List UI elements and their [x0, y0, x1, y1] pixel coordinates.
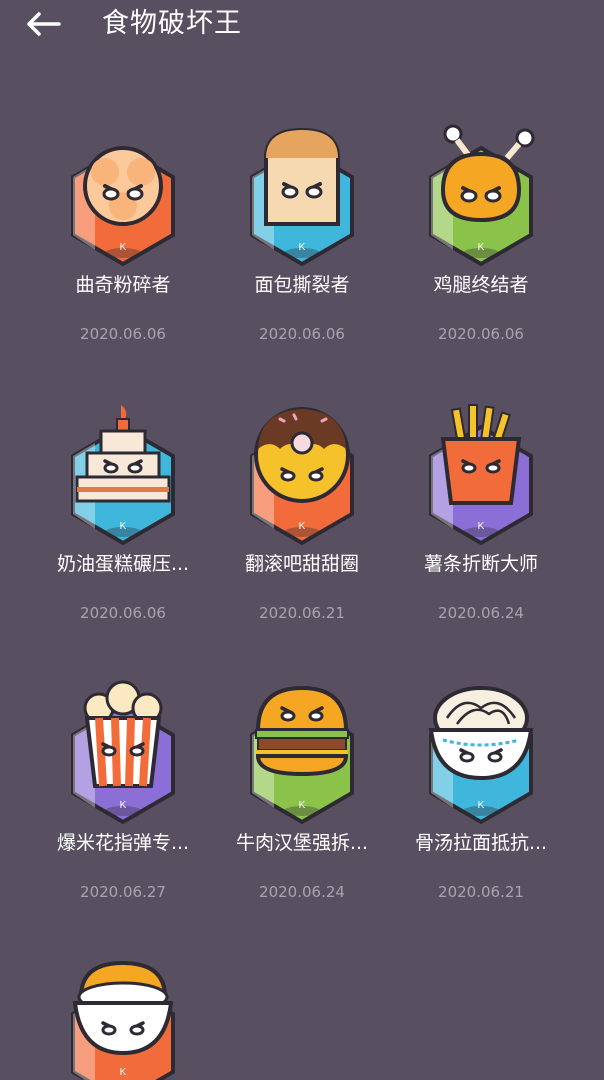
svg-text:K: K: [299, 521, 306, 532]
badge-name: 曲奇粉碎者: [75, 274, 171, 296]
donut-badge-icon: K: [250, 407, 354, 546]
badge-name: 翻滚吧甜甜圈: [244, 553, 359, 575]
badge-card[interactable]: K 奶油蛋糕碾压... 2020.06.06: [33, 399, 213, 639]
badge-name: 骨汤拉面抵抗...: [414, 832, 548, 854]
popcorn-badge-icon: K: [71, 680, 175, 825]
badge-card[interactable]: K 骨汤拉面抵抗... 2020.06.21: [391, 678, 571, 918]
svg-text:K: K: [120, 242, 127, 253]
badge-card[interactable]: K 曲奇粉碎者 2020.06.06: [33, 120, 213, 360]
badge-card[interactable]: K: [33, 957, 213, 1080]
badge-name: 牛肉汉堡强拆...: [235, 832, 369, 854]
fries-badge-icon: K: [429, 404, 533, 546]
badge-date: 2020.06.06: [80, 604, 166, 622]
badge-date: 2020.06.06: [259, 325, 345, 343]
svg-text:K: K: [478, 521, 485, 532]
badge-date: 2020.06.24: [438, 604, 524, 622]
cookie-badge-icon: K: [71, 145, 175, 267]
burger-badge-icon: K: [250, 685, 354, 825]
badge-date: 2020.06.27: [80, 883, 166, 901]
badge-card[interactable]: K 爆米花指弹专... 2020.06.27: [33, 678, 213, 918]
badge-name: 薯条折断大师: [423, 553, 538, 575]
badge-card[interactable]: K 牛肉汉堡强拆... 2020.06.24: [212, 678, 392, 918]
cake-badge-icon: K: [71, 405, 175, 546]
badge-date: 2020.06.24: [259, 883, 345, 901]
badge-name: 奶油蛋糕碾压...: [56, 553, 190, 575]
svg-text:K: K: [120, 800, 127, 811]
badge-name: 爆米花指弹专...: [56, 832, 190, 854]
badge-card[interactable]: K 面包撕裂者 2020.06.06: [212, 120, 392, 360]
noodles-badge-icon: K: [428, 686, 534, 825]
badge-grid: K 曲奇粉碎者 2020.06.06 K 面包撕裂者 2020.06.06 K …: [0, 0, 604, 1080]
badge-name: 面包撕裂者: [254, 274, 350, 296]
svg-text:K: K: [120, 1067, 127, 1078]
svg-text:K: K: [120, 521, 127, 532]
badge-date: 2020.06.21: [438, 883, 524, 901]
badge-date: 2020.06.06: [438, 325, 524, 343]
svg-text:K: K: [299, 800, 306, 811]
svg-text:K: K: [299, 242, 306, 253]
drumstick-badge-icon: K: [429, 124, 535, 267]
badge-date: 2020.06.06: [80, 325, 166, 343]
svg-text:K: K: [478, 800, 485, 811]
svg-text:K: K: [478, 242, 485, 253]
rice-bowl-badge-icon: K: [71, 960, 175, 1080]
badge-card[interactable]: K 翻滚吧甜甜圈 2020.06.21: [212, 399, 392, 639]
bread-badge-icon: K: [250, 127, 354, 267]
badge-card[interactable]: K 鸡腿终结者 2020.06.06: [391, 120, 571, 360]
badge-card[interactable]: K 薯条折断大师 2020.06.24: [391, 399, 571, 639]
badge-date: 2020.06.21: [259, 604, 345, 622]
badge-name: 鸡腿终结者: [433, 274, 529, 296]
